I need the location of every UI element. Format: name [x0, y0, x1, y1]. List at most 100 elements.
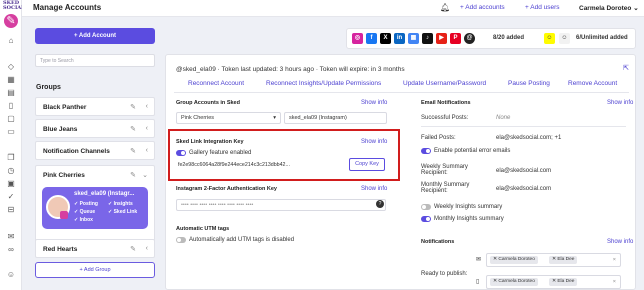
- divider: [421, 126, 626, 127]
- help-icon[interactable]: ?: [376, 200, 384, 208]
- show-info-link[interactable]: Show info: [361, 186, 387, 192]
- failed-posts-label: Failed Posts:: [421, 135, 456, 141]
- chevron-down-icon[interactable]: ⌄: [142, 171, 148, 179]
- successful-posts-label: Successful Posts:: [421, 115, 469, 121]
- reconnect-account-link[interactable]: Reconnect Account: [188, 80, 244, 87]
- group-item[interactable]: Black Panther ✎ ‹: [35, 97, 155, 116]
- token-status: @sked_ela09 · Token last updated: 3 hour…: [176, 66, 405, 73]
- chevron-left-icon[interactable]: ‹: [146, 245, 148, 252]
- recipient-chip[interactable]: ✕ Carmela Doroteo: [490, 256, 538, 264]
- gallery-toggle[interactable]: [176, 150, 186, 156]
- grid-icon[interactable]: ▦: [6, 75, 16, 85]
- twofa-input[interactable]: •••• •••• •••• •••• •••• •••• •••• ••••: [176, 199, 386, 211]
- caret-down-icon: ▾: [273, 115, 276, 121]
- instagram-icon: [60, 211, 68, 219]
- successful-posts-value[interactable]: None: [496, 115, 510, 121]
- utm-status: Automatically add UTM tags is disabled: [189, 237, 295, 243]
- chat-icon[interactable]: ▢: [6, 114, 16, 124]
- youtube-icon[interactable]: ▶: [436, 33, 447, 44]
- group-accounts-label: Group Accounts in Sked: [176, 100, 240, 106]
- show-info-link[interactable]: Show info: [361, 100, 387, 106]
- user-icon[interactable]: ☺: [559, 33, 570, 44]
- recipient-chip[interactable]: ✕ Ela Dee: [549, 278, 578, 286]
- notifications-label: Notifications: [421, 239, 455, 245]
- user-name: Carmela Doroteo: [579, 5, 632, 12]
- group-select[interactable]: Pink Cherries ▾: [176, 112, 281, 124]
- account-detail-panel: @sked_ela09 · Token last updated: 3 hour…: [165, 54, 636, 290]
- copy-key-button[interactable]: Copy Key: [349, 158, 385, 171]
- page-title: Manage Accounts: [33, 3, 102, 12]
- show-info-link[interactable]: Show info: [607, 100, 633, 106]
- image-icon[interactable]: ▣: [6, 179, 16, 189]
- feature-sked-link: ✓ Sked Link: [108, 209, 138, 215]
- monthly-recipient-value[interactable]: ela@skedsocial.com: [496, 186, 551, 192]
- linkedin-icon[interactable]: in: [394, 33, 405, 44]
- clock-icon[interactable]: ◷: [6, 166, 16, 176]
- edit-icon[interactable]: ✎: [130, 125, 136, 133]
- help-icon[interactable]: ☺: [6, 270, 16, 280]
- remove-account-link[interactable]: Remove Account: [568, 80, 617, 87]
- group-item[interactable]: Red Hearts ✎ ‹: [35, 239, 155, 258]
- platform-count: 8/20 added: [493, 35, 525, 41]
- bell-icon[interactable]: 🔔︎: [440, 3, 450, 12]
- chevron-left-icon[interactable]: ‹: [146, 125, 148, 132]
- edit-icon[interactable]: ✎: [130, 147, 136, 155]
- calendar-icon[interactable]: ▤: [6, 88, 16, 98]
- document-icon[interactable]: ▭: [6, 127, 16, 137]
- utm-toggle[interactable]: [176, 237, 186, 243]
- error-emails-toggle[interactable]: [421, 148, 431, 154]
- snapchat-icon[interactable]: ☺: [544, 33, 555, 44]
- chevron-left-icon[interactable]: ‹: [146, 147, 148, 154]
- edit-icon[interactable]: ✎: [130, 245, 136, 253]
- clear-icon[interactable]: ×: [613, 255, 616, 266]
- inbox-icon[interactable]: ⊟: [6, 205, 16, 215]
- pinterest-icon[interactable]: P: [450, 33, 461, 44]
- add-accounts-link[interactable]: + Add accounts: [460, 4, 505, 11]
- monthly-insights-toggle[interactable]: [421, 216, 431, 222]
- link-icon[interactable]: ∞: [6, 245, 16, 255]
- create-post-button[interactable]: ✎: [4, 14, 18, 28]
- google-business-icon[interactable]: ▦: [408, 33, 419, 44]
- search-input[interactable]: Type to Search: [35, 54, 155, 67]
- reconnect-insights-link[interactable]: Reconnect Insights/Update Permissions: [266, 80, 381, 87]
- feature-posting: ✓ Posting: [74, 201, 98, 207]
- user-menu[interactable]: Carmela Doroteo ⌄: [579, 4, 639, 12]
- mail-icon[interactable]: ✉: [6, 232, 16, 242]
- copy-icon[interactable]: ❐: [6, 153, 16, 163]
- phone-icon[interactable]: ▯: [6, 101, 16, 111]
- show-info-link[interactable]: Show info: [361, 139, 387, 145]
- tiktok-icon[interactable]: ♪: [422, 33, 433, 44]
- recipient-chip[interactable]: ✕ Carmela Doroteo: [490, 278, 538, 286]
- weekly-recipient-value[interactable]: ela@skedsocial.com: [496, 168, 551, 174]
- edit-icon[interactable]: ✎: [130, 171, 136, 179]
- edit-icon[interactable]: ✎: [130, 103, 136, 111]
- update-credentials-link[interactable]: Update Username/Password: [403, 80, 486, 87]
- account-card[interactable]: sked_ela09 (Instagr... ✓ Posting ✓ Insig…: [42, 187, 148, 229]
- tag-icon[interactable]: ◇: [6, 62, 16, 72]
- clear-icon[interactable]: ×: [613, 277, 616, 288]
- weekly-insights-toggle[interactable]: [421, 204, 431, 210]
- facebook-icon[interactable]: f: [366, 33, 377, 44]
- add-users-link[interactable]: + Add users: [525, 4, 560, 11]
- instagram-icon[interactable]: ◎: [352, 33, 363, 44]
- x-icon[interactable]: X: [380, 33, 391, 44]
- failed-posts-value[interactable]: ela@skedsocial.com; +1: [496, 135, 561, 141]
- external-link-icon[interactable]: ⇱: [623, 64, 629, 72]
- group-name: Blue Jeans: [43, 126, 78, 133]
- chevron-left-icon[interactable]: ‹: [146, 103, 148, 110]
- check-icon[interactable]: ✓: [6, 192, 16, 202]
- account-field[interactable]: sked_ela09 (Instagram): [284, 112, 387, 124]
- sked-link-key-label: Sked Link Integration Key: [176, 139, 244, 145]
- add-group-button[interactable]: + Add Group: [35, 262, 155, 278]
- recipients-select[interactable]: ✕ Carmela Doroteo ✕ Ela Dee ×: [486, 253, 621, 267]
- pause-posting-link[interactable]: Pause Posting: [508, 80, 550, 87]
- home-icon[interactable]: ⌂: [6, 36, 16, 46]
- weekly-insights-label: Weekly Insights summary: [434, 204, 503, 210]
- group-item[interactable]: Blue Jeans ✎ ‹: [35, 119, 155, 138]
- recipients-select[interactable]: ✕ Carmela Doroteo ✕ Ela Dee ×: [486, 275, 621, 289]
- threads-icon[interactable]: @: [464, 33, 475, 44]
- group-item[interactable]: Notification Channels ✎ ‹: [35, 141, 155, 160]
- show-info-link[interactable]: Show info: [607, 239, 633, 245]
- recipient-chip[interactable]: ✕ Ela Dee: [549, 256, 578, 264]
- add-account-button[interactable]: + Add Account: [35, 28, 155, 44]
